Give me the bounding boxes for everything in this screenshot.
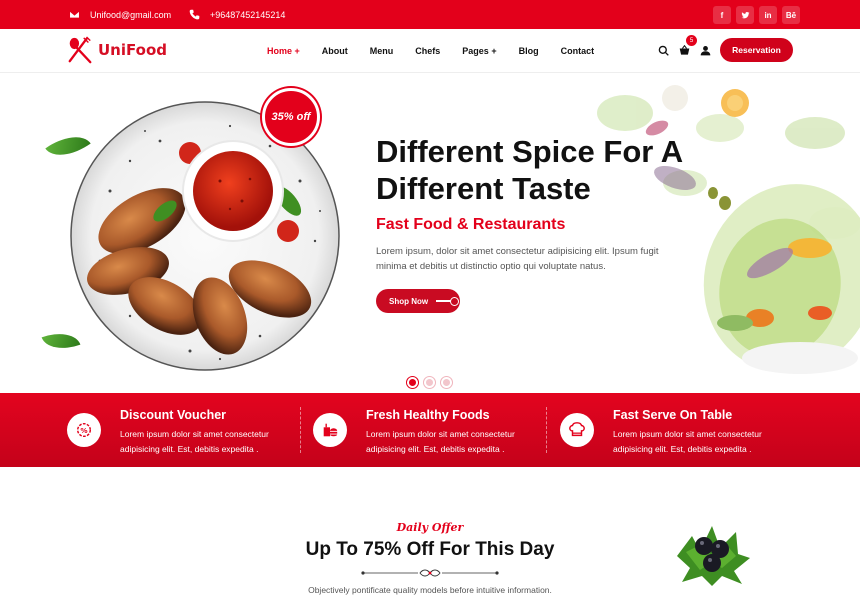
divider bbox=[546, 407, 547, 453]
offer-description: Objectively pontificate quality models b… bbox=[308, 585, 552, 595]
features-strip: % Discount Voucher Lorem ipsum dolor sit… bbox=[0, 393, 860, 467]
phone-icon bbox=[188, 9, 200, 21]
hero-slider: 35% off Different Spice For A Different … bbox=[0, 73, 860, 393]
nav-menu[interactable]: Menu bbox=[370, 46, 394, 56]
email-contact[interactable]: Unifood@gmail.com bbox=[68, 0, 171, 29]
phone-text: +96487452145214 bbox=[210, 9, 286, 20]
shop-now-label: Shop Now bbox=[389, 296, 429, 306]
nav-chefs[interactable]: Chefs bbox=[415, 46, 440, 56]
nav-about[interactable]: About bbox=[322, 46, 348, 56]
feature-text: Lorem ipsum dolor sit amet consectetur a… bbox=[120, 429, 269, 454]
header-icons: 5 bbox=[658, 35, 711, 61]
svg-text:%: % bbox=[80, 426, 87, 435]
hero-subtitle: Fast Food & Restaurants bbox=[376, 216, 566, 233]
cart-count-badge: 5 bbox=[686, 35, 697, 46]
ornament-divider-icon bbox=[361, 569, 499, 577]
arrow-right-icon bbox=[436, 297, 460, 306]
search-icon[interactable] bbox=[658, 43, 669, 61]
feature-title: Discount Voucher bbox=[120, 408, 227, 422]
envelope-icon bbox=[68, 9, 80, 21]
feature-text: Lorem ipsum dolor sit amet consectetur a… bbox=[613, 429, 762, 454]
fork-spoon-icon bbox=[68, 36, 92, 64]
feature-title: Fast Serve On Table bbox=[613, 408, 733, 422]
main-nav: Home + About Menu Chefs Pages + Blog Con… bbox=[267, 29, 594, 73]
nav-home[interactable]: Home + bbox=[267, 46, 300, 56]
main-header: UniFood Home + About Menu Chefs Pages + … bbox=[0, 29, 860, 73]
top-bar: Unifood@gmail.com +96487452145214 f in B… bbox=[0, 0, 860, 29]
slider-dot[interactable] bbox=[406, 376, 419, 389]
nav-pages[interactable]: Pages + bbox=[462, 46, 496, 56]
logo[interactable]: UniFood bbox=[66, 36, 167, 64]
blackcurrant-image bbox=[677, 526, 750, 586]
social-links: f in Bē bbox=[713, 6, 800, 24]
feature-title: Fresh Healthy Foods bbox=[366, 408, 490, 422]
logo-text: UniFood bbox=[98, 41, 167, 59]
nav-contact[interactable]: Contact bbox=[561, 46, 595, 56]
slider-dots bbox=[406, 376, 453, 389]
reservation-button[interactable]: Reservation bbox=[720, 38, 793, 62]
phone-contact[interactable]: +96487452145214 bbox=[188, 0, 285, 29]
discount-icon: % bbox=[67, 413, 101, 447]
user-icon[interactable] bbox=[700, 43, 711, 61]
discount-badge: 35% off bbox=[262, 88, 320, 146]
facebook-icon[interactable]: f bbox=[713, 6, 731, 24]
feature-text: Lorem ipsum dolor sit amet consectetur a… bbox=[366, 429, 515, 454]
divider bbox=[300, 407, 301, 453]
fast-food-icon bbox=[313, 413, 347, 447]
twitter-icon[interactable] bbox=[736, 6, 754, 24]
shop-now-button[interactable]: Shop Now bbox=[376, 289, 460, 313]
nav-blog[interactable]: Blog bbox=[519, 46, 539, 56]
linkedin-icon[interactable]: in bbox=[759, 6, 777, 24]
cart-icon[interactable]: 5 bbox=[679, 35, 697, 61]
behance-icon[interactable]: Bē bbox=[782, 6, 800, 24]
salad-splash-image bbox=[597, 85, 860, 374]
slider-dot[interactable] bbox=[423, 376, 436, 389]
email-text: Unifood@gmail.com bbox=[90, 9, 172, 20]
slider-dot[interactable] bbox=[440, 376, 453, 389]
chef-hat-icon bbox=[560, 413, 594, 447]
